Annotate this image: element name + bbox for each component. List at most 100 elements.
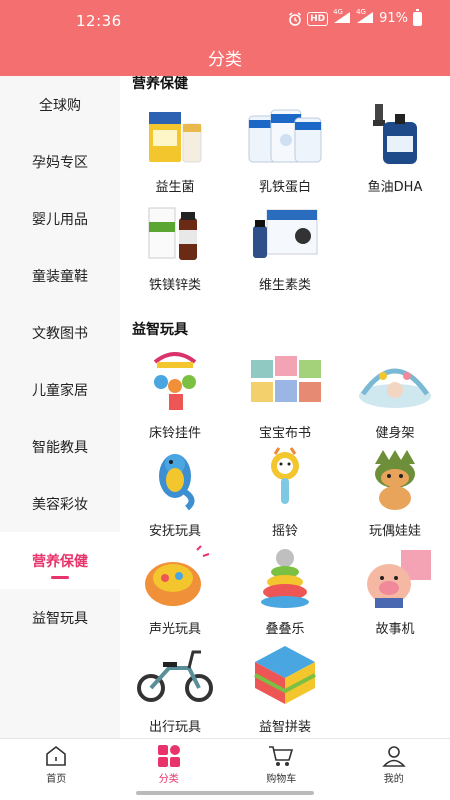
subcategory-label: 叠叠乐 [265, 622, 305, 637]
light-sound-toy-image [135, 544, 215, 610]
subcategory-vitamin[interactable]: 维生素类 [230, 200, 340, 293]
battery-percent: 91% [379, 11, 408, 26]
subcategory-label: 铁镁锌类 [148, 278, 201, 293]
sidebar-item-label: 孕妈专区 [32, 154, 88, 171]
subcategory-label: 摇铃 [271, 524, 298, 539]
subcategory-label: 故事机 [375, 622, 415, 637]
subcategory-label: 健身架 [375, 426, 415, 441]
signal-label: 4G [333, 8, 343, 16]
subcategory-cloth-book[interactable]: 宝宝布书 [230, 348, 340, 441]
tab-category[interactable]: 分类 [113, 739, 226, 788]
vitamin-box-image [245, 200, 325, 266]
active-indicator [51, 576, 69, 579]
subcategory-probiotic[interactable]: 益生菌 [120, 102, 230, 195]
page-title: 分类 [208, 50, 242, 70]
subcategory-label: 益智拼装 [258, 720, 311, 735]
category-icon [157, 745, 180, 767]
subcategory-ride-on[interactable]: 出行玩具 [120, 642, 230, 735]
subcategory-label: 声光玩具 [148, 622, 201, 637]
sidebar-item-label: 童装童鞋 [32, 268, 88, 285]
subcategory-lactoferrin[interactable]: 乳铁蛋白 [230, 102, 340, 195]
subcategory-label: 出行玩具 [148, 720, 201, 735]
nav-bar: 分类 [0, 40, 450, 76]
probiotic-box-image [135, 102, 215, 168]
subcategory-label: 维生素类 [258, 278, 311, 293]
building-blocks-image [245, 642, 325, 708]
tab-label: 我的 [383, 774, 404, 785]
iron-zinc-bottle-image [135, 200, 215, 266]
category-sidebar: 全球购 孕妈专区 婴儿用品 童装童鞋 文教图书 儿童家居 智能教具 美容彩妆 营… [0, 76, 120, 738]
alarm-icon [289, 11, 302, 26]
sidebar-item-beauty[interactable]: 美容彩妆 [0, 475, 120, 532]
sidebar-item-baby-supplies[interactable]: 婴儿用品 [0, 190, 120, 247]
subcategory-soothing-toy[interactable]: 安抚玩具 [120, 446, 230, 539]
lactoferrin-cans-image [245, 102, 325, 168]
subcategory-fish-oil[interactable]: 鱼油DHA [340, 102, 450, 195]
sidebar-item-kids-home[interactable]: 儿童家居 [0, 361, 120, 418]
subcategory-iron-zinc[interactable]: 铁镁锌类 [120, 200, 230, 293]
signal-label-2: 4G [356, 8, 366, 16]
subcategory-label: 安抚玩具 [148, 524, 201, 539]
bottom-tab-bar: 首页 分类 购物车 我的 [0, 738, 450, 788]
cloth-book-image [245, 348, 325, 414]
dha-dropper-bottle-image [355, 102, 435, 168]
section-title-nutrition: 营养保健 [132, 76, 188, 92]
subcategory-label: 乳铁蛋白 [258, 180, 311, 195]
tab-home[interactable]: 首页 [0, 739, 113, 788]
play-gym-image [355, 348, 435, 414]
sidebar-item-label: 儿童家居 [32, 382, 88, 399]
signal-icon: 4G [333, 8, 351, 26]
subcategory-label: 宝宝布书 [258, 426, 311, 441]
subcategory-plush-doll[interactable]: 玩偶娃娃 [340, 446, 450, 539]
tab-label: 分类 [158, 774, 179, 785]
sidebar-item-label: 婴儿用品 [32, 211, 88, 228]
sidebar-item-educational-toys[interactable]: 益智玩具 [0, 589, 120, 646]
sidebar-item-smart-teaching[interactable]: 智能教具 [0, 418, 120, 475]
subcategory-stacking[interactable]: 叠叠乐 [230, 544, 340, 637]
sidebar-item-maternity[interactable]: 孕妈专区 [0, 133, 120, 190]
sidebar-item-label: 营养保健 [32, 553, 88, 570]
hd-badge: HD [307, 11, 329, 26]
sidebar-item-global[interactable]: 全球购 [0, 76, 120, 133]
sidebar-item-kids-clothing[interactable]: 童装童鞋 [0, 247, 120, 304]
gesture-bar[interactable] [136, 791, 314, 795]
plush-doll-image [355, 446, 435, 512]
tab-profile[interactable]: 我的 [338, 739, 450, 788]
subcategory-play-gym[interactable]: 健身架 [340, 348, 450, 441]
subcategory-label: 玩偶娃娃 [368, 524, 421, 539]
home-icon [46, 745, 67, 766]
signal-icon-2: 4G [356, 8, 374, 26]
seahorse-toy-image [135, 446, 215, 512]
cart-icon [269, 746, 294, 766]
subcategory-crib-mobile[interactable]: 床铃挂件 [120, 348, 230, 441]
balance-bike-image [135, 642, 215, 708]
tab-label: 购物车 [266, 774, 297, 785]
sidebar-item-nutrition[interactable]: 营养保健 [0, 532, 120, 589]
tab-cart[interactable]: 购物车 [225, 739, 338, 788]
sidebar-item-label: 益智玩具 [32, 610, 88, 627]
status-icons: HD 4G 4G 91% [288, 8, 422, 26]
battery-icon [413, 8, 422, 26]
story-machine-image [355, 544, 435, 610]
rattle-image [245, 446, 325, 512]
stacking-toy-image [245, 544, 325, 610]
subcategory-light-sound-toy[interactable]: 声光玩具 [120, 544, 230, 637]
subcategory-label: 床铃挂件 [148, 426, 201, 441]
subcategory-building[interactable]: 益智拼装 [230, 642, 340, 735]
sidebar-item-books[interactable]: 文教图书 [0, 304, 120, 361]
subcategory-rattle[interactable]: 摇铃 [230, 446, 340, 539]
sidebar-item-label: 美容彩妆 [32, 496, 88, 513]
subcategory-story-machine[interactable]: 故事机 [340, 544, 450, 637]
sidebar-item-label: 全球购 [39, 97, 81, 114]
section-title-educational-toys: 益智玩具 [132, 322, 188, 338]
status-time: 12:36 [76, 12, 122, 30]
sidebar-item-label: 智能教具 [32, 439, 88, 456]
profile-icon [381, 746, 406, 767]
status-bar: 12:36 HD 4G 4G 91% [0, 0, 450, 40]
sidebar-item-label: 文教图书 [32, 325, 88, 342]
category-content: 营养保健 益生菌 乳铁蛋白 鱼油DHA 铁镁锌类 维生素类 益智玩具 床铃挂件 … [120, 76, 450, 738]
crib-mobile-image [135, 348, 215, 414]
tab-label: 首页 [46, 774, 67, 785]
subcategory-label: 鱼油DHA [367, 180, 423, 195]
subcategory-label: 益生菌 [155, 180, 195, 195]
